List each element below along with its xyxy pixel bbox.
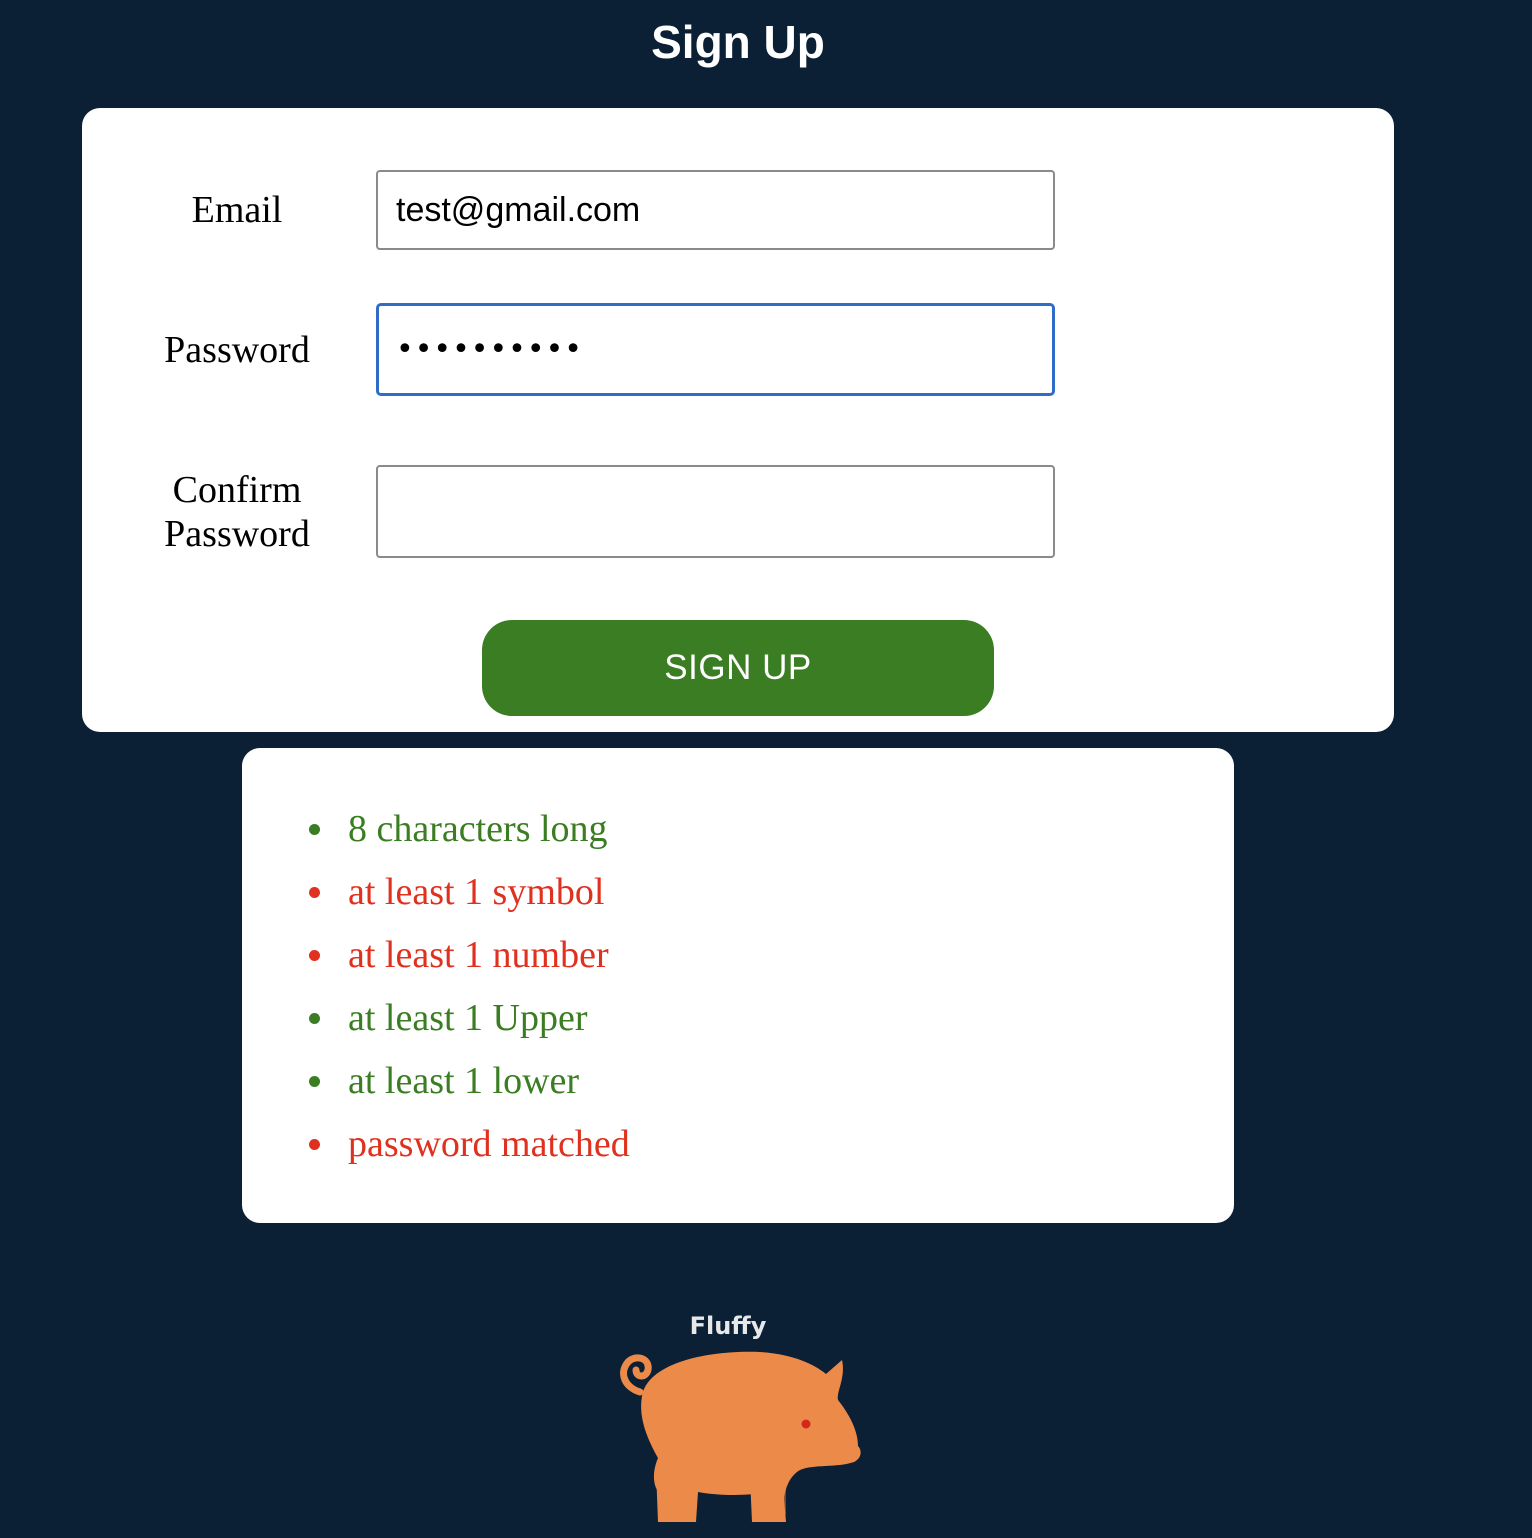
mascot-name: Fluffy (689, 1312, 767, 1340)
bullet-icon (309, 950, 320, 961)
confirm-password-field[interactable] (376, 465, 1055, 558)
password-rule-item: at least 1 Upper (304, 987, 630, 1050)
password-masked-value: •••••••••• (396, 332, 583, 367)
page-title: Sign Up (651, 16, 825, 68)
bullet-icon (309, 1013, 320, 1024)
signup-form-card: Email Password •••••••••• Confirm Passwo… (82, 108, 1394, 732)
bullet-icon (309, 824, 320, 835)
confirm-password-label-line1: Confirm (172, 469, 302, 511)
password-rule-text: at least 1 lower (348, 1060, 580, 1102)
password-rule-text: at least 1 Upper (348, 997, 588, 1039)
password-rule-item: 8 characters long (304, 798, 630, 861)
sign-up-button[interactable]: SIGN UP (482, 620, 994, 716)
mascot: Fluffy (600, 1300, 880, 1538)
email-label: Email (191, 189, 283, 231)
password-rules-card: 8 characters long at least 1 symbol at lea… (242, 748, 1234, 1223)
password-rule-text: at least 1 symbol (348, 871, 605, 913)
password-rule-text: 8 characters long (348, 808, 608, 850)
bullet-icon (309, 1139, 320, 1150)
password-rule-text: at least 1 number (348, 934, 609, 976)
bullet-icon (309, 1076, 320, 1087)
password-label: Password (164, 329, 310, 371)
email-field[interactable] (376, 170, 1055, 250)
password-field[interactable]: •••••••••• (376, 303, 1055, 396)
bullet-icon (309, 887, 320, 898)
password-rule-item: password matched (304, 1113, 630, 1176)
password-rule-item: at least 1 lower (304, 1050, 630, 1113)
password-rule-item: at least 1 number (304, 924, 630, 987)
password-rule-text: password matched (348, 1123, 630, 1165)
password-rule-item: at least 1 symbol (304, 861, 630, 924)
password-rules-list: 8 characters long at least 1 symbol at lea… (304, 798, 630, 1176)
confirm-password-label-line2: Password (164, 513, 310, 555)
confirm-password-label: Confirm Password (142, 468, 332, 556)
